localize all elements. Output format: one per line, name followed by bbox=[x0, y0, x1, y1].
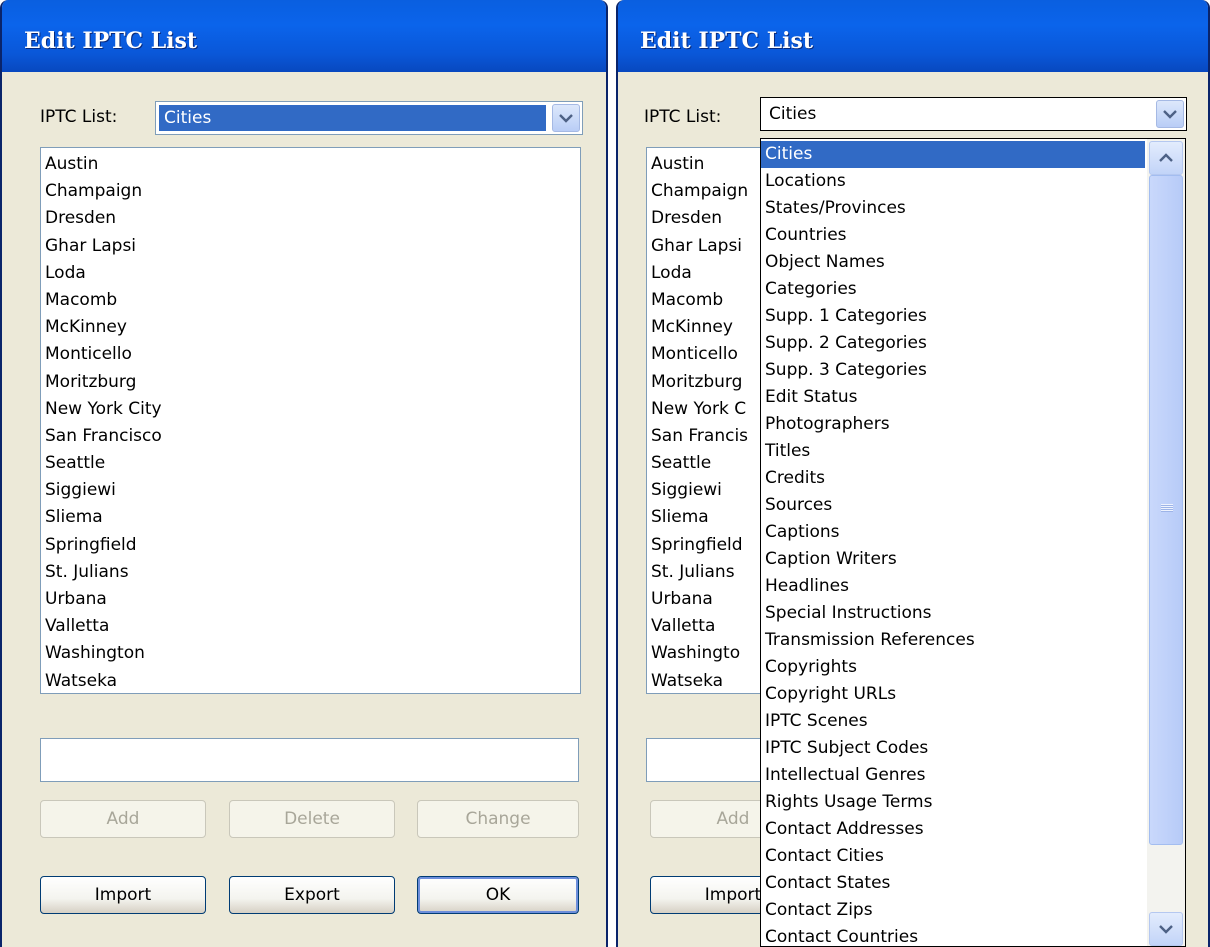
list-item[interactable]: McKinney bbox=[41, 314, 580, 341]
list-item[interactable]: Champaign bbox=[41, 178, 580, 205]
list-item[interactable]: Moritzburg bbox=[41, 369, 580, 396]
title-bar[interactable]: Edit IPTC List bbox=[2, 0, 606, 72]
scrollbar-grip bbox=[1161, 504, 1173, 512]
import-button[interactable]: Import bbox=[40, 876, 206, 914]
cities-listbox[interactable]: Austin Champaign Dresden Ghar Lapsi Loda Maco… bbox=[40, 147, 581, 694]
iptc-list-combobox[interactable]: Cities bbox=[155, 101, 583, 135]
chevron-up-icon[interactable] bbox=[1149, 141, 1183, 175]
edit-iptc-list-dialog-right: Edit IPTC List IPTC List: Cities Austin C… bbox=[616, 0, 1210, 947]
list-item[interactable]: Washington bbox=[41, 640, 580, 667]
list-item[interactable]: Dresden bbox=[41, 205, 580, 232]
list-item[interactable]: Sliema bbox=[41, 504, 580, 531]
list-item[interactable]: Watseka bbox=[41, 668, 580, 693]
list-item[interactable]: St. Julians bbox=[41, 559, 580, 586]
dropdown-option[interactable]: Object Names bbox=[761, 249, 1145, 276]
add-button[interactable]: Add bbox=[40, 800, 206, 838]
iptc-list-label: IPTC List: bbox=[644, 107, 722, 127]
chevron-down-icon[interactable] bbox=[552, 104, 580, 132]
dropdown-option[interactable]: Countries bbox=[761, 222, 1145, 249]
dropdown-option[interactable]: Contact Countries bbox=[761, 924, 1145, 946]
delete-button[interactable]: Delete bbox=[229, 800, 395, 838]
dropdown-option[interactable]: Credits bbox=[761, 465, 1145, 492]
dropdown-option[interactable]: Intellectual Genres bbox=[761, 762, 1145, 789]
list-item[interactable]: Valletta bbox=[41, 613, 580, 640]
iptc-list-selected-value: Cities bbox=[769, 104, 817, 124]
list-item[interactable]: Ghar Lapsi bbox=[41, 233, 580, 260]
list-item[interactable]: New York City bbox=[41, 396, 580, 423]
list-item[interactable]: Seattle bbox=[41, 450, 580, 477]
iptc-list-dropdown[interactable]: Cities Locations States/Provinces Countries… bbox=[760, 138, 1186, 947]
dropdown-scrollbar[interactable] bbox=[1147, 139, 1185, 946]
change-button[interactable]: Change bbox=[417, 800, 579, 838]
dropdown-option[interactable]: IPTC Scenes bbox=[761, 708, 1145, 735]
dropdown-option[interactable]: Photographers bbox=[761, 411, 1145, 438]
dropdown-option[interactable]: Locations bbox=[761, 168, 1145, 195]
list-item[interactable]: Siggiewi bbox=[41, 477, 580, 504]
dropdown-option[interactable]: Categories bbox=[761, 276, 1145, 303]
dropdown-option[interactable]: Supp. 2 Categories bbox=[761, 330, 1145, 357]
dropdown-option[interactable]: Rights Usage Terms bbox=[761, 789, 1145, 816]
list-item[interactable]: San Francisco bbox=[41, 423, 580, 450]
chevron-down-icon[interactable] bbox=[1149, 912, 1183, 946]
edit-iptc-list-dialog-left: Edit IPTC List IPTC List: Cities Austin C… bbox=[0, 0, 608, 947]
list-item[interactable]: Monticello bbox=[41, 341, 580, 368]
list-item[interactable]: Macomb bbox=[41, 287, 580, 314]
dropdown-option[interactable]: Titles bbox=[761, 438, 1145, 465]
dropdown-option[interactable]: Headlines bbox=[761, 573, 1145, 600]
title-bar[interactable]: Edit IPTC List bbox=[618, 0, 1208, 72]
scrollbar-thumb[interactable] bbox=[1149, 175, 1183, 845]
list-item[interactable]: Austin bbox=[41, 151, 580, 178]
dropdown-option[interactable]: Special Instructions bbox=[761, 600, 1145, 627]
dropdown-option[interactable]: States/Provinces bbox=[761, 195, 1145, 222]
entry-input[interactable] bbox=[40, 738, 579, 782]
dropdown-option[interactable]: Contact Zips bbox=[761, 897, 1145, 924]
iptc-list-selected-value: Cities bbox=[159, 105, 546, 131]
dropdown-option[interactable]: Caption Writers bbox=[761, 546, 1145, 573]
dropdown-option[interactable]: IPTC Subject Codes bbox=[761, 735, 1145, 762]
dropdown-option[interactable]: Supp. 3 Categories bbox=[761, 357, 1145, 384]
dropdown-option[interactable]: Supp. 1 Categories bbox=[761, 303, 1145, 330]
export-button[interactable]: Export bbox=[229, 876, 395, 914]
list-item[interactable]: Loda bbox=[41, 260, 580, 287]
dropdown-option[interactable]: Copyright URLs bbox=[761, 681, 1145, 708]
chevron-down-icon[interactable] bbox=[1156, 100, 1184, 128]
dropdown-option[interactable]: Contact Cities bbox=[761, 843, 1145, 870]
dropdown-option[interactable]: Cities bbox=[761, 141, 1145, 168]
dropdown-option[interactable]: Contact States bbox=[761, 870, 1145, 897]
dialog-title: Edit IPTC List bbox=[640, 28, 814, 54]
dropdown-option[interactable]: Sources bbox=[761, 492, 1145, 519]
ok-button[interactable]: OK bbox=[417, 876, 579, 914]
dialog-title: Edit IPTC List bbox=[24, 28, 198, 54]
dropdown-option[interactable]: Contact Addresses bbox=[761, 816, 1145, 843]
list-item[interactable]: Urbana bbox=[41, 586, 580, 613]
dropdown-option[interactable]: Captions bbox=[761, 519, 1145, 546]
list-item[interactable]: Springfield bbox=[41, 532, 580, 559]
iptc-list-combobox[interactable]: Cities bbox=[760, 97, 1187, 131]
dropdown-option[interactable]: Edit Status bbox=[761, 384, 1145, 411]
dropdown-option[interactable]: Transmission References bbox=[761, 627, 1145, 654]
iptc-list-label: IPTC List: bbox=[40, 107, 118, 127]
dropdown-option[interactable]: Copyrights bbox=[761, 654, 1145, 681]
